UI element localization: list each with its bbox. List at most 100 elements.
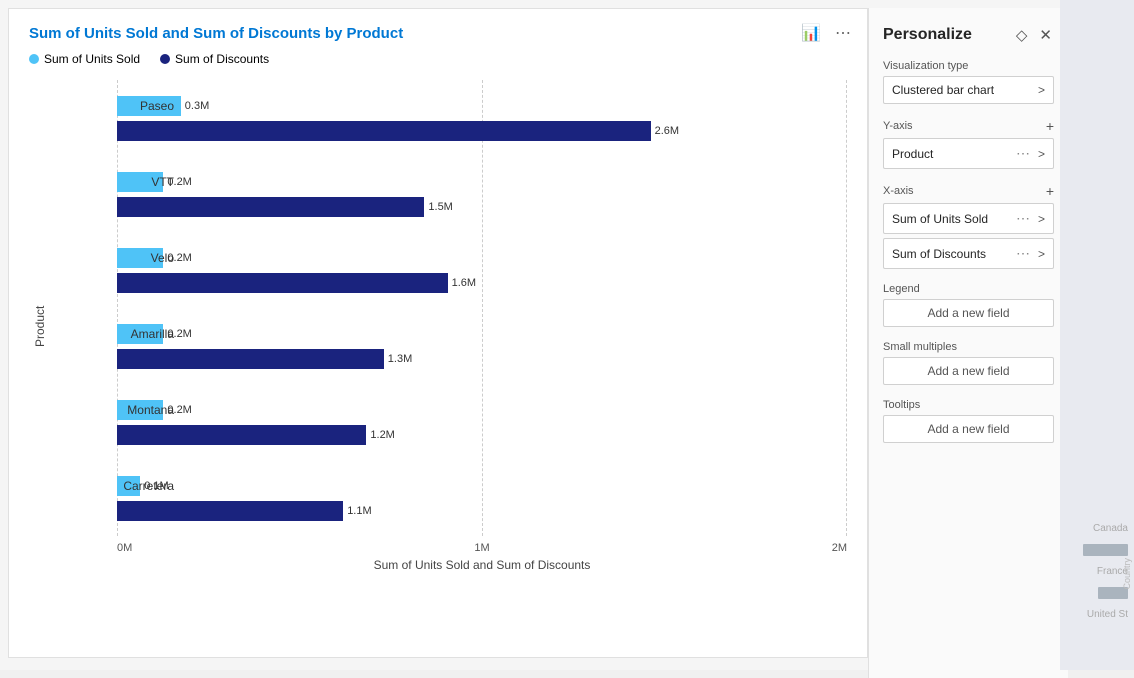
x-axis-field-discounts[interactable]: Sum of Discounts ⋯ > [883, 238, 1054, 269]
viz-type-value: Clustered bar chart [892, 83, 994, 97]
bar-product-label-1: VTT [117, 175, 182, 189]
x-axis-discounts-value: Sum of Discounts [892, 247, 986, 261]
y-axis-value: Product [892, 147, 933, 161]
bar-group-paseo: Paseo0.3M 2.6M [117, 95, 847, 142]
x-axis-discounts-chevron-icon: > [1038, 247, 1045, 261]
viz-type-field[interactable]: Clustered bar chart > [883, 76, 1054, 104]
viz-type-section: Visualization type Clustered bar chart > [883, 60, 1054, 104]
bars-container: Paseo0.3M 2.6M VTT0.2M1.5M Velo0.2M 1.6M Amar… [47, 80, 847, 536]
x-axis-units-value: Sum of Units Sold [892, 212, 988, 226]
bg-canada-bar [1064, 544, 1128, 556]
x-axis-units-chevron-icon: > [1038, 212, 1045, 226]
bar-row-discounts-0: 2.6M [117, 120, 847, 142]
legend-item-discounts: Sum of Discounts [160, 52, 269, 66]
bar-discounts-3 [117, 349, 384, 369]
bar-group-carretera: Carretera0.1M 1.1M [117, 475, 847, 522]
legend-section-label: Legend [883, 283, 1054, 295]
legend-label-discounts: Sum of Discounts [175, 52, 269, 66]
legend-section: Legend Add a new field [883, 283, 1054, 327]
x-axis-section-label: X-axis [883, 185, 914, 197]
chart-plot: Paseo0.3M 2.6M VTT0.2M1.5M Velo0.2M 1.6M Amar… [47, 80, 847, 572]
bar-group-vtt: VTT0.2M1.5M [117, 171, 847, 218]
bar-discounts-value-5: 1.1M [347, 505, 371, 517]
bar-product-label-4: Montana [117, 403, 182, 417]
chart-title-text: Sum of Units Sold and Sum of Discounts b… [29, 25, 347, 42]
bar-discounts-value-3: 1.3M [388, 353, 412, 365]
bar-discounts-2 [117, 273, 448, 293]
bg-france-bar [1064, 587, 1128, 599]
bar-row-units-0: Paseo0.3M [117, 95, 847, 117]
y-axis-label: Product [29, 80, 47, 572]
bar-row-discounts-1: 1.5M [117, 196, 847, 218]
bar-row-discounts-2: 1.6M [117, 272, 847, 294]
bar-product-label-5: Carretera [117, 479, 182, 493]
x-tick-2: 2M [832, 542, 847, 554]
y-axis-section: Y-axis + Product ⋯ > [883, 118, 1054, 169]
bar-group-montana: Montana0.2M 1.2M [117, 399, 847, 446]
chart-focus-button[interactable]: 📊 [797, 21, 825, 45]
bar-row-units-5: Carretera0.1M [117, 475, 847, 497]
x-axis-units-more-icon: ⋯ [1016, 210, 1030, 227]
tooltips-label: Tooltips [883, 399, 1054, 411]
panel-title: Personalize [883, 26, 972, 44]
small-multiples-section: Small multiples Add a new field [883, 341, 1054, 385]
x-axis-header: X-axis + [883, 183, 1054, 199]
chart-container: Sum of Units Sold and Sum of Discounts b… [8, 8, 868, 658]
bar-discounts-5 [117, 501, 343, 521]
bar-discounts-value-0: 2.6M [655, 125, 679, 137]
bar-row-units-3: Amarilla0.2M [117, 323, 847, 345]
bar-product-label-3: Amarilla [117, 327, 182, 341]
legend-add-field[interactable]: Add a new field [883, 299, 1054, 327]
x-axis-add-icon[interactable]: + [1046, 183, 1054, 199]
bg-canada-label: Canada [1064, 523, 1128, 534]
panel-close-button[interactable]: ✕ [1037, 24, 1054, 46]
bar-group-amarilla: Amarilla0.2M 1.3M [117, 323, 847, 370]
bar-row-discounts-3: 1.3M [117, 348, 847, 370]
y-axis-chevron-icon: > [1038, 147, 1045, 161]
panel-reset-button[interactable]: ◇ [1014, 24, 1030, 46]
bar-group-velo: Velo0.2M 1.6M [117, 247, 847, 294]
x-tick-0: 0M [117, 542, 132, 554]
x-axis-label: Sum of Units Sold and Sum of Discounts [47, 558, 847, 572]
bar-discounts-1 [117, 197, 424, 217]
chart-title: Sum of Units Sold and Sum of Discounts b… [29, 25, 847, 42]
tooltips-section: Tooltips Add a new field [883, 399, 1054, 443]
legend-label-units: Sum of Units Sold [44, 52, 140, 66]
bg-france-label: France [1064, 566, 1128, 577]
bar-discounts-0 [117, 121, 651, 141]
bar-row-discounts-5: 1.1M [117, 500, 847, 522]
background-panel: Canada France United St Country [1060, 0, 1134, 670]
chart-title-product: Product [347, 25, 404, 42]
tooltips-add-field[interactable]: Add a new field [883, 415, 1054, 443]
x-axis-discounts-more-icon: ⋯ [1016, 245, 1030, 262]
y-axis-more-icon: ⋯ [1016, 145, 1030, 162]
x-tick-1: 1M [474, 542, 489, 554]
grid-line-1 [482, 80, 483, 536]
bg-country-label: Country [1122, 558, 1132, 590]
y-axis-section-label: Y-axis [883, 120, 913, 132]
bar-discounts-value-4: 1.2M [370, 429, 394, 441]
y-axis-header: Y-axis + [883, 118, 1054, 134]
small-multiples-label: Small multiples [883, 341, 1054, 353]
legend-dot-discounts [160, 54, 170, 64]
bar-row-units-2: Velo0.2M [117, 247, 847, 269]
bar-discounts-value-1: 1.5M [428, 201, 452, 213]
main-area: Sum of Units Sold and Sum of Discounts b… [0, 0, 1134, 670]
chart-more-button[interactable]: ⋯ [831, 21, 855, 45]
chart-toolbar: 📊 ⋯ [797, 21, 855, 45]
bar-product-label-0: Paseo [117, 99, 182, 113]
small-multiples-add-field[interactable]: Add a new field [883, 357, 1054, 385]
x-axis-section: X-axis + Sum of Units Sold ⋯ > Sum of Di… [883, 183, 1054, 269]
bar-row-discounts-4: 1.2M [117, 424, 847, 446]
grid-line-0 [117, 80, 118, 536]
legend-dot-units [29, 54, 39, 64]
bar-discounts-4 [117, 425, 366, 445]
bar-discounts-value-2: 1.6M [452, 277, 476, 289]
y-axis-field[interactable]: Product ⋯ > [883, 138, 1054, 169]
chart-legend: Sum of Units Sold Sum of Discounts [29, 52, 847, 66]
bar-row-units-4: Montana0.2M [117, 399, 847, 421]
legend-item-units: Sum of Units Sold [29, 52, 140, 66]
x-axis-field-units[interactable]: Sum of Units Sold ⋯ > [883, 203, 1054, 234]
y-axis-add-icon[interactable]: + [1046, 118, 1054, 134]
grid-lines [117, 80, 847, 536]
